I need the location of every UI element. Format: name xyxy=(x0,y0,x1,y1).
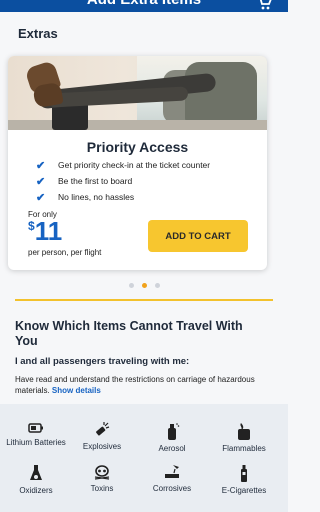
price-currency: $ xyxy=(28,219,35,233)
benefit-text: No lines, no hassles xyxy=(58,192,135,202)
carousel-dot[interactable] xyxy=(154,283,160,288)
explosives-icon xyxy=(96,422,110,436)
toxins-icon xyxy=(94,465,110,480)
restricted-item-explosives: Explosives xyxy=(66,422,138,451)
benefits-list: ✔ Get priority check-in at the ticket cou… xyxy=(36,157,210,205)
aerosol-icon xyxy=(168,423,180,440)
carousel-dot-active[interactable] xyxy=(141,283,147,288)
item-label: Aerosol xyxy=(158,444,186,453)
price: $11 xyxy=(28,218,62,244)
cart-icon[interactable] xyxy=(256,0,272,12)
restricted-item-oxidizers: Oxidizers xyxy=(0,464,72,495)
header-title: Add Extra Items xyxy=(0,0,288,8)
card-heading: Priority Access xyxy=(86,139,189,155)
app-header: Add Extra Items xyxy=(0,0,288,12)
carousel-dots xyxy=(0,275,288,293)
oxidizers-icon xyxy=(30,465,42,480)
battery-icon xyxy=(28,423,43,433)
item-label: Explosives xyxy=(82,442,122,451)
restricted-item-lithium-batteries: Lithium Batteries xyxy=(0,422,72,447)
restrictions-text: Have read and understand the restriction… xyxy=(15,374,277,396)
extras-section-title: Extras xyxy=(18,26,58,41)
checkmark-icon: ✔ xyxy=(36,159,46,172)
restricted-item-toxins: Toxins xyxy=(66,464,138,493)
checkmark-icon: ✔ xyxy=(36,175,46,188)
item-label: Lithium Batteries xyxy=(6,438,66,447)
item-label: Oxidizers xyxy=(19,486,53,495)
price-per-label: per person, per flight xyxy=(28,248,102,257)
item-label: E-Cigarettes xyxy=(221,486,267,495)
item-label: Corrosives xyxy=(152,484,192,493)
checkmark-icon: ✔ xyxy=(36,191,46,204)
benefit-item: ✔ No lines, no hassles xyxy=(36,189,210,205)
flammables-icon xyxy=(238,423,250,440)
restricted-item-aerosol: Aerosol xyxy=(136,422,208,453)
item-label: Toxins xyxy=(90,484,114,493)
show-details-link[interactable]: Show details xyxy=(52,386,101,395)
carousel-dot[interactable] xyxy=(128,283,134,288)
restricted-items-panel: Lithium Batteries Explosives Aerosol Fla… xyxy=(0,404,288,512)
benefit-text: Get priority check-in at the ticket coun… xyxy=(58,160,211,170)
restrictions-title: Know Which Items Cannot Travel With You xyxy=(15,319,243,348)
e-cigarette-icon xyxy=(241,465,247,482)
restricted-item-e-cigarettes: E-Cigarettes xyxy=(208,464,280,495)
priority-access-photo xyxy=(8,56,267,130)
benefit-item: ✔ Get priority check-in at the ticket cou… xyxy=(36,157,210,173)
restricted-item-corrosives: Corrosives xyxy=(136,464,208,493)
benefit-item: ✔ Be the first to board xyxy=(36,173,210,189)
restricted-item-flammables: Flammables xyxy=(208,422,280,453)
price-amount: 11 xyxy=(34,216,63,246)
corrosives-icon xyxy=(165,465,179,478)
restrictions-subtitle: I and all passengers traveling with me: xyxy=(15,356,190,367)
section-divider xyxy=(15,299,273,301)
item-label: Flammables xyxy=(222,444,266,453)
benefit-text: Be the first to board xyxy=(58,176,133,186)
add-to-cart-button[interactable]: ADD TO CART xyxy=(148,220,248,252)
